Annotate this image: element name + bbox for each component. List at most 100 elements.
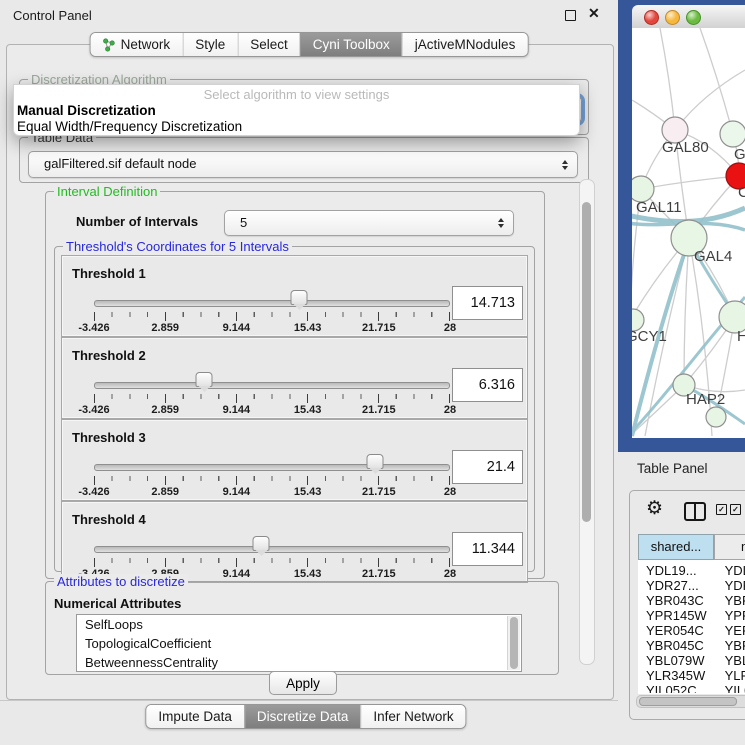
slider-track[interactable] (94, 464, 450, 471)
attributes-scrollbar[interactable] (507, 616, 520, 670)
table-row[interactable]: YBL079W YBL0 (638, 653, 745, 668)
slider-track[interactable] (94, 546, 450, 553)
cell-shared-name[interactable]: YER054C (638, 623, 714, 638)
apply-button[interactable]: Apply (269, 671, 337, 695)
tab-jactivemnodules[interactable]: jActiveMNodules (402, 33, 528, 56)
network-window-titlebar[interactable] (632, 5, 745, 29)
column-header-name[interactable]: na (714, 534, 745, 560)
cell-shared-name[interactable]: YLR345W (638, 668, 714, 683)
tab-infer-network[interactable]: Infer Network (360, 705, 465, 728)
threshold-value-field[interactable]: 21.4 (452, 450, 523, 484)
network-canvas[interactable]: GAL80GACGAL11GAL4GCY1HHAP2 (632, 28, 745, 438)
attributes-group: Attributes to discretize Numerical Attri… (45, 581, 559, 675)
checkbox-icons[interactable]: ✓ ✓ (716, 504, 741, 515)
close-traffic-light-icon[interactable] (644, 10, 659, 25)
scrollbar-thumb[interactable] (639, 697, 737, 706)
threshold-slider[interactable]: -3.4262.8599.14415.4321.71528 (94, 450, 450, 500)
tick-label: 2.859 (151, 486, 179, 498)
scrollbar-thumb[interactable] (582, 202, 591, 522)
cell-name[interactable]: YBL0 (718, 653, 745, 668)
numerical-attributes-list[interactable]: SelfLoopsTopologicalCoefficientBetweenne… (76, 614, 522, 672)
split-columns-icon[interactable] (684, 502, 706, 521)
slider-track[interactable] (94, 300, 450, 307)
tick-label: -3.426 (78, 322, 109, 334)
threshold-value-field[interactable]: 11.344 (452, 532, 523, 566)
table-panel: ⚙ ✓ ✓ shared... na YDL19... YDL1 YDR27..… (629, 490, 745, 720)
tick-label: 15.43 (294, 486, 322, 498)
dropdown-placeholder-item[interactable]: Select algorithm to view settings (14, 85, 579, 103)
slider-ticks (94, 558, 450, 567)
tick-label: 9.144 (223, 486, 251, 498)
network-node-label: GAL80 (662, 139, 709, 156)
table-row[interactable]: YER054C YER0 (638, 623, 745, 638)
network-node[interactable] (706, 407, 726, 427)
cell-shared-name[interactable]: YIL052C (638, 683, 714, 693)
cell-name[interactable]: YBR0 (718, 638, 745, 653)
cell-shared-name[interactable]: YPR145W (638, 608, 714, 623)
tab-discretize-data[interactable]: Discretize Data (244, 705, 361, 728)
zoom-traffic-light-icon[interactable] (686, 10, 701, 25)
cell-shared-name[interactable]: YBL079W (638, 653, 714, 668)
attribute-item[interactable]: TopologicalCoefficient (77, 634, 521, 653)
checkbox-icon[interactable]: ✓ (730, 504, 741, 515)
float-window-icon[interactable] (565, 10, 576, 21)
cell-shared-name[interactable]: YDL19... (638, 563, 714, 578)
attribute-item[interactable]: SelfLoops (77, 615, 521, 634)
minimize-traffic-light-icon[interactable] (665, 10, 680, 25)
threshold-slider[interactable]: -3.4262.8599.14415.4321.71528 (94, 368, 450, 418)
slider-handle[interactable] (291, 290, 308, 305)
cell-shared-name[interactable]: YDR27... (638, 578, 714, 593)
cell-name[interactable]: YLR3 (718, 668, 745, 683)
num-intervals-combo[interactable]: 5 (224, 210, 514, 236)
attribute-item[interactable]: BetweennessCentrality (77, 653, 521, 672)
table-row[interactable]: YPR145W YPR1 (638, 608, 745, 623)
settings-scroll-area: Interval Definition Number of Intervals … (13, 185, 579, 675)
table-row[interactable]: YDR27... YDR2 (638, 578, 745, 593)
group-title-thresholds: Threshold's Coordinates for 5 Intervals (63, 239, 292, 254)
slider-track[interactable] (94, 382, 450, 389)
app-window: Control Panel ✕ Discretization Algorithm… (0, 0, 745, 745)
cell-name[interactable]: YER0 (718, 623, 745, 638)
threshold-value-field[interactable]: 14.713 (452, 286, 523, 320)
table-row[interactable]: YLR345W YLR3 (638, 668, 745, 683)
table-row[interactable]: YBR043C YBR0 (638, 593, 745, 608)
tab-cyni-toolbox[interactable]: Cyni Toolbox (300, 33, 402, 56)
horizontal-scrollbar[interactable] (636, 695, 745, 708)
gear-icon[interactable]: ⚙ (646, 497, 663, 520)
cell-name[interactable]: YIL0 (718, 683, 745, 693)
tab-impute-data[interactable]: Impute Data (146, 705, 244, 728)
table-row[interactable]: YDL19... YDL1 (638, 563, 745, 578)
network-icon (103, 38, 116, 52)
dropdown-item-manual-discretization[interactable]: Manual Discretization (14, 103, 579, 119)
table-row[interactable]: YIL052C YIL0 (638, 683, 745, 693)
network-node-label: H (737, 328, 745, 345)
tick-label: 28 (444, 322, 456, 334)
dropdown-item-equal-width-frequency[interactable]: Equal Width/Frequency Discretization (14, 119, 579, 135)
cell-shared-name[interactable]: YBR045C (638, 638, 714, 653)
table-row[interactable]: YBR045C YBR0 (638, 638, 745, 653)
cell-name[interactable]: YBR0 (718, 593, 745, 608)
threshold-label: Threshold 2 (72, 348, 146, 363)
cell-shared-name[interactable]: YBR043C (638, 593, 714, 608)
network-window[interactable]: GAL80GACGAL11GAL4GCY1HHAP2 (618, 0, 745, 452)
tab-select[interactable]: Select (237, 33, 300, 56)
checkbox-icon[interactable]: ✓ (716, 504, 727, 515)
tick-label: 9.144 (223, 322, 251, 334)
slider-handle[interactable] (367, 454, 384, 469)
tab-network[interactable]: Network (91, 33, 183, 56)
tick-label: -3.426 (78, 486, 109, 498)
cell-name[interactable]: YPR1 (718, 608, 745, 623)
table-data-combo[interactable]: galFiltered.sif default node (28, 151, 578, 178)
threshold-slider[interactable]: -3.4262.8599.14415.4321.71528 (94, 286, 450, 336)
close-icon[interactable]: ✕ (588, 5, 600, 22)
cell-name[interactable]: YDR2 (718, 578, 745, 593)
tab-style[interactable]: Style (182, 33, 237, 56)
column-header-shared-name[interactable]: shared... (638, 534, 714, 560)
cell-name[interactable]: YDL1 (718, 563, 745, 578)
slider-handle[interactable] (196, 372, 213, 387)
network-node[interactable] (720, 121, 745, 147)
tick-label: 21.715 (362, 322, 396, 334)
threshold-value-field[interactable]: 6.316 (452, 368, 523, 402)
slider-handle[interactable] (253, 536, 270, 551)
settings-scrollbar[interactable] (579, 179, 595, 665)
